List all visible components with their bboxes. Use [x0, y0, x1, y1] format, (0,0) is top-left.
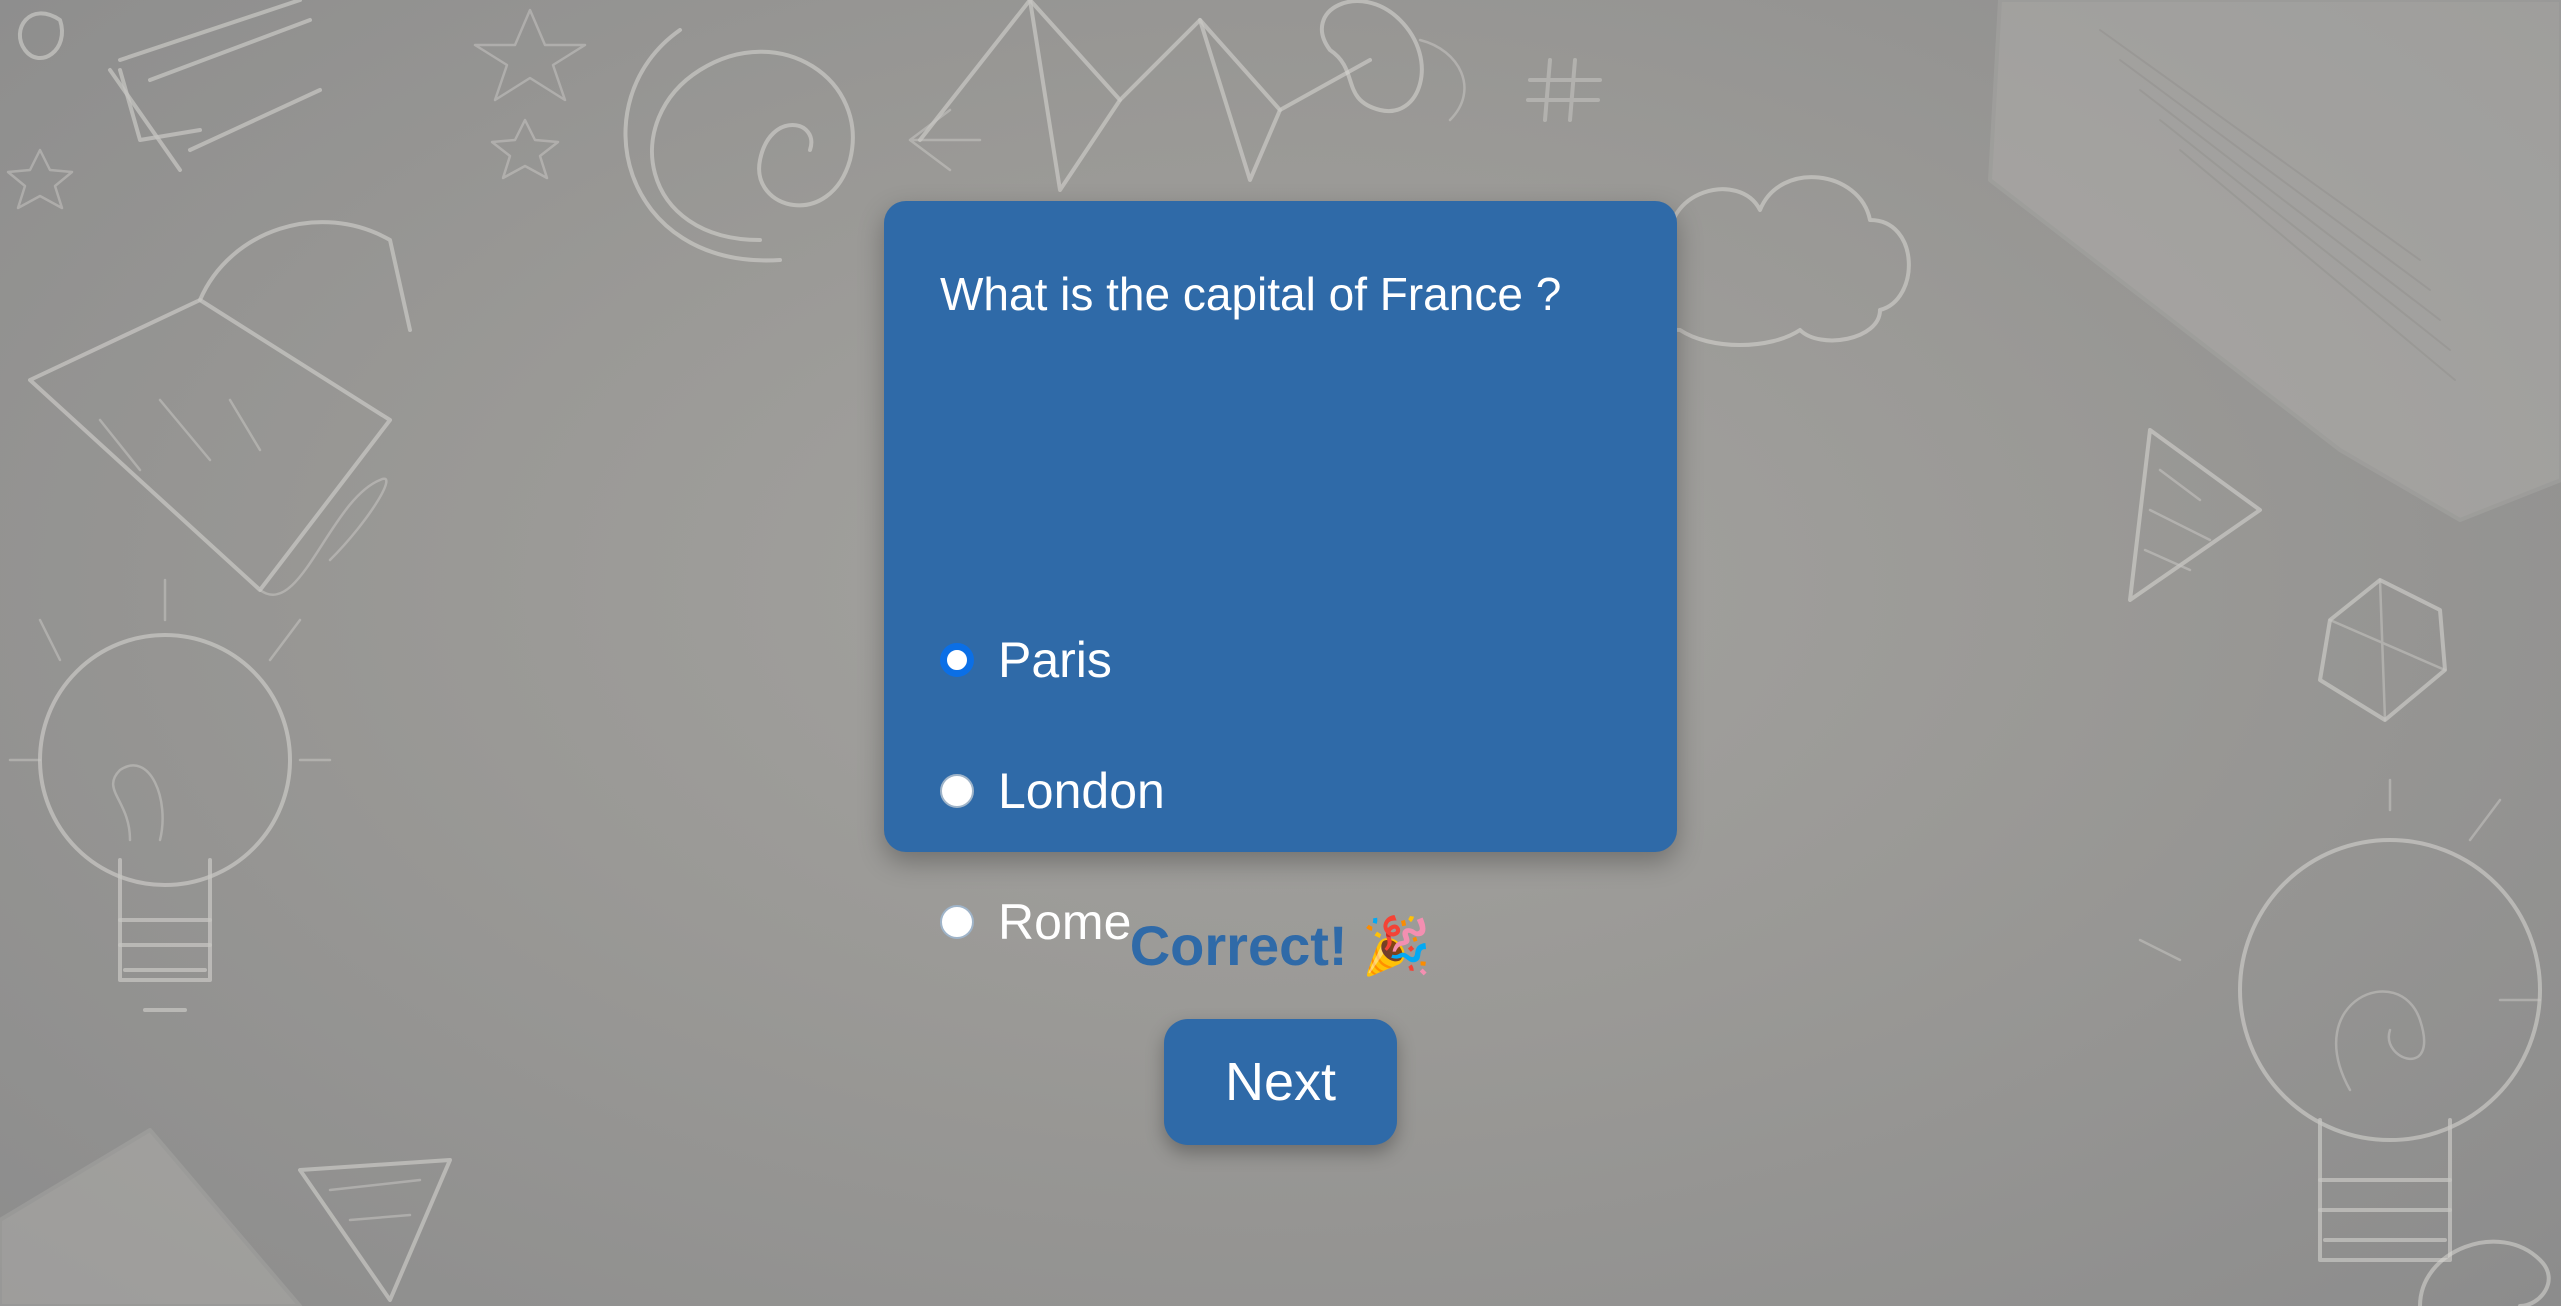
lightbulb-icon-right [2138, 778, 2542, 1262]
option-london[interactable]: London [940, 761, 1165, 821]
spiral-icon [623, 28, 855, 263]
question-text: What is the capital of France ? [940, 268, 1562, 320]
party-popper-icon: 🎉 [1361, 914, 1432, 977]
pennant-icon [2128, 428, 2262, 602]
bunting-icon [908, 0, 1372, 192]
cloud-icon [1635, 175, 1911, 347]
star-icon [6, 8, 587, 210]
radio-paris[interactable] [940, 643, 974, 677]
option-label-paris: Paris [998, 632, 1112, 688]
swirl-bottom-right-icon [2418, 1239, 2551, 1306]
feedback-text: Correct! [1129, 914, 1348, 977]
quiz-card: What is the capital of France ? Paris Lo… [884, 201, 1677, 947]
pennant-icon-bottom [298, 1158, 452, 1302]
flag-doodle-icon [18, 0, 322, 172]
gem-icon [2318, 578, 2447, 722]
kite-doodle-icon [28, 220, 412, 596]
notebook-icon [0, 1128, 302, 1306]
feedback-message: Correct! 🎉 [0, 918, 2561, 974]
hashtag-icon [1526, 58, 1602, 122]
open-book-icon [1988, 0, 2561, 522]
option-label-london: London [998, 763, 1165, 819]
next-button[interactable]: Next [1164, 1019, 1397, 1145]
option-paris[interactable]: Paris [940, 630, 1112, 690]
radio-london[interactable] [940, 774, 974, 808]
doodle-mascot-icon [1320, 0, 1466, 122]
